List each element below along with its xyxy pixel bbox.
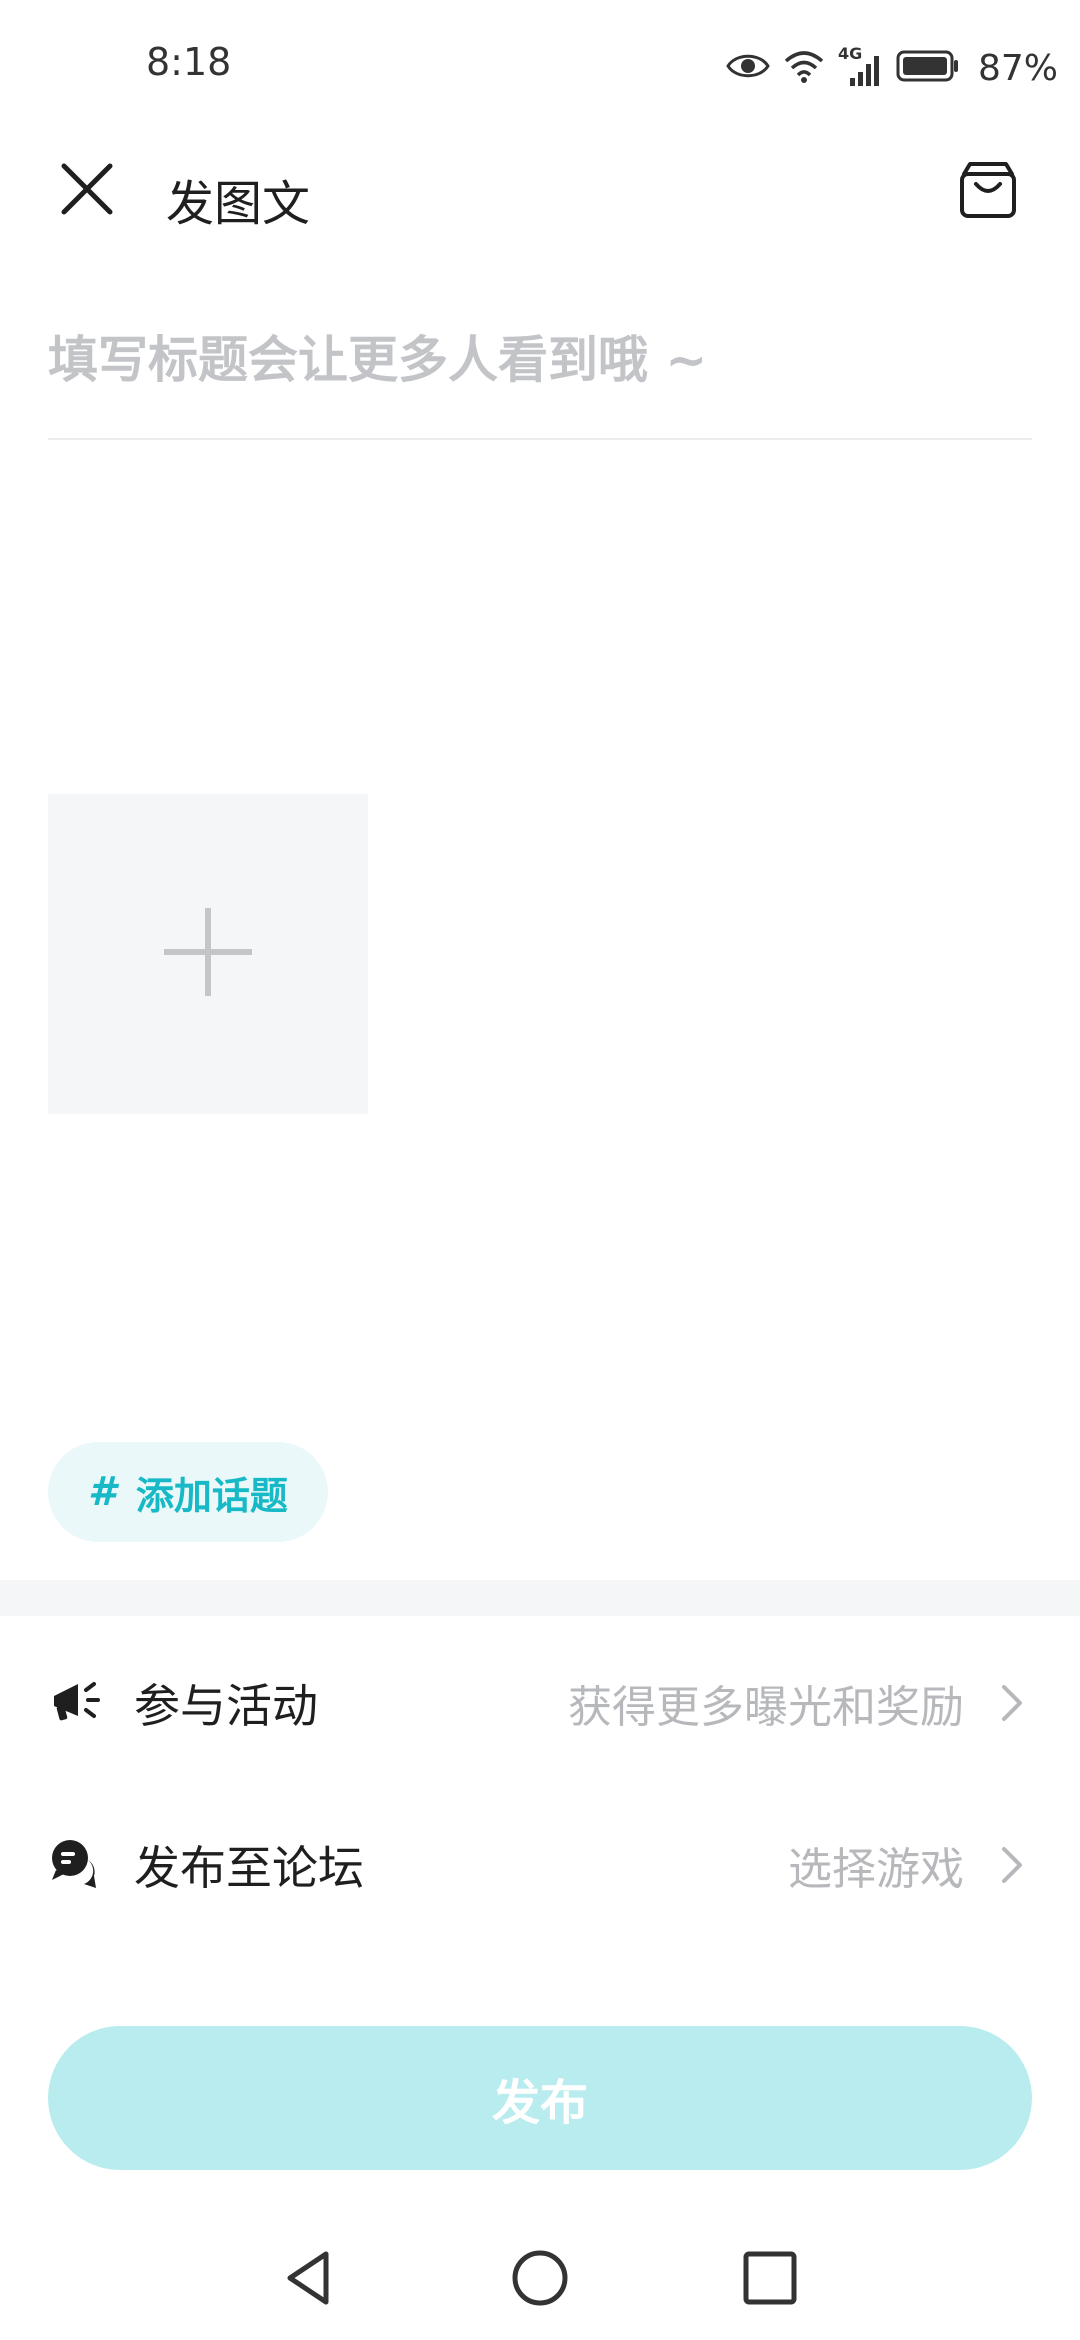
publish-to-forum-row[interactable]: 发布至论坛 选择游戏	[48, 1810, 1032, 1920]
nav-back-button[interactable]	[280, 2248, 340, 2308]
add-image-button[interactable]	[48, 794, 368, 1114]
join-activity-label: 参与活动	[134, 1679, 318, 1733]
add-topic-label: 添加话题	[135, 1473, 288, 1518]
eye-icon	[726, 51, 770, 85]
chevron-right-icon	[992, 1683, 1032, 1723]
drafts-box-icon	[956, 158, 1020, 226]
plus-icon	[162, 906, 254, 1002]
back-triangle-icon	[280, 2251, 340, 2312]
hashtag-icon: #	[88, 1469, 116, 1515]
megaphone-icon	[48, 1674, 102, 1732]
page-title: 发图文	[166, 176, 311, 232]
close-icon	[60, 162, 114, 220]
recents-square-icon	[740, 2251, 800, 2312]
select-game-value: 选择游戏	[788, 1844, 964, 1895]
title-divider	[48, 438, 1032, 440]
chevron-right-icon	[992, 1845, 1032, 1885]
section-divider	[0, 1580, 1080, 1616]
nav-recents-button[interactable]	[740, 2248, 800, 2308]
publish-to-forum-label: 发布至论坛	[134, 1841, 364, 1895]
status-icons: 4G 87%	[726, 40, 1058, 96]
drafts-button[interactable]	[952, 156, 1024, 228]
publish-button[interactable]: 发布	[48, 2026, 1032, 2170]
battery-percentage: 87%	[977, 47, 1058, 89]
nav-home-button[interactable]	[510, 2248, 570, 2308]
close-button[interactable]	[54, 158, 120, 224]
join-activity-value: 获得更多曝光和奖励	[568, 1682, 964, 1733]
wifi-icon	[784, 49, 824, 87]
title-input[interactable]	[48, 320, 1032, 400]
cellular-signal-icon: 4G	[838, 44, 882, 88]
add-topic-button[interactable]: # 添加话题	[48, 1442, 328, 1542]
join-activity-row[interactable]: 参与活动 获得更多曝光和奖励	[48, 1648, 1032, 1758]
chat-bubbles-icon	[48, 1836, 102, 1894]
status-time: 8:18	[146, 40, 232, 84]
battery-icon	[896, 49, 960, 87]
home-circle-icon	[510, 2250, 570, 2312]
